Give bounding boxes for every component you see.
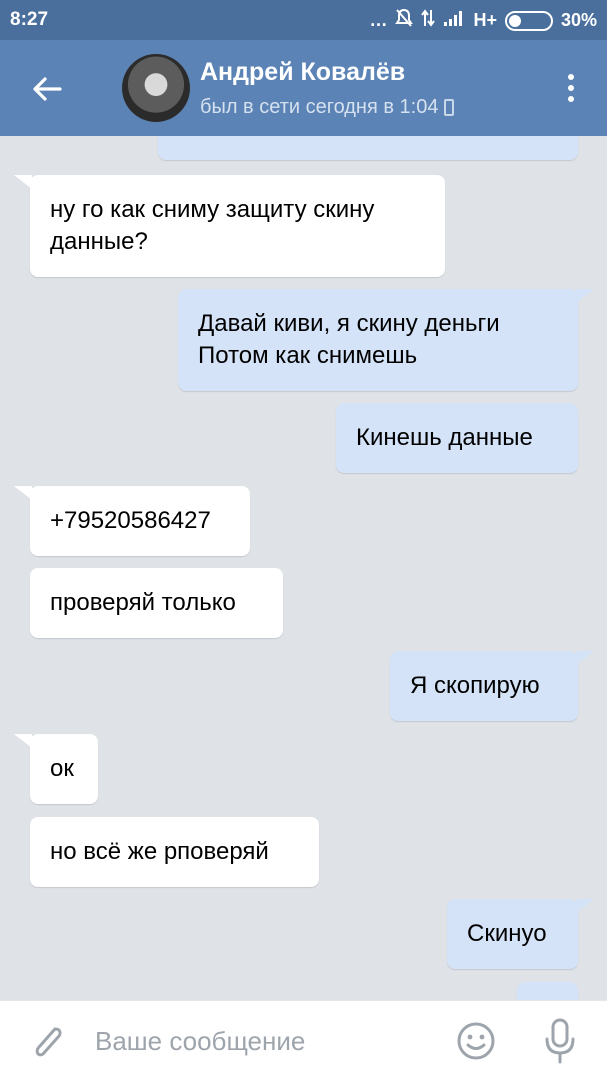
message-text: Давай киви, я скину деньги Потом как сни…	[198, 310, 500, 369]
more-options-button[interactable]	[557, 68, 585, 108]
message-bubble-incoming[interactable]: проверяй только	[30, 568, 283, 638]
notification-dots-icon: …	[369, 10, 388, 30]
voice-message-button[interactable]	[542, 1017, 578, 1065]
attach-button[interactable]	[28, 1019, 68, 1063]
message-text: но всё же рповеряй	[50, 838, 269, 865]
network-type: H+	[473, 10, 497, 30]
mute-icon	[395, 8, 414, 33]
microphone-icon	[545, 1018, 575, 1064]
battery-icon	[504, 10, 553, 31]
message-bubble-incoming[interactable]: но всё же рповеряй	[30, 817, 319, 887]
message-text: +79520586427	[50, 507, 211, 534]
chat-header: Андрей Ковалёв был в сети сегодня в 1:04	[0, 40, 607, 136]
message-bubble-outgoing[interactable]	[158, 136, 578, 160]
signal-icon	[443, 9, 465, 32]
message-text: ок	[50, 755, 74, 782]
message-bubble-incoming[interactable]: ну го как сниму защиту скину данные?	[14, 175, 445, 277]
message-bubble-outgoing[interactable]: Давай киви, я скину деньги Потом как сни…	[178, 289, 594, 391]
battery-percent: 30%	[560, 10, 597, 30]
message-bubble-incoming[interactable]: ок	[14, 734, 98, 804]
message-bubble-outgoing[interactable]: Скинуо	[447, 899, 594, 969]
emoji-smile-icon	[457, 1022, 495, 1060]
message-composer	[0, 1000, 607, 1080]
more-vertical-icon	[568, 74, 574, 80]
status-bar: 8:27 … H+ 30%	[0, 0, 607, 40]
back-arrow-icon	[33, 77, 62, 101]
message-bubble-incoming[interactable]: +79520586427	[14, 486, 250, 556]
data-transfer-icon	[421, 8, 436, 33]
back-button[interactable]	[22, 64, 72, 114]
avatar[interactable]	[122, 54, 190, 122]
contact-name[interactable]: Андрей Ковалёв	[200, 58, 405, 87]
message-bubble-outgoing[interactable]	[517, 982, 578, 1000]
message-list[interactable]: ну го как сниму защиту скину данные? Дав…	[0, 136, 607, 1000]
message-text: Я скопирую	[410, 672, 540, 699]
message-text: ну го как сниму защиту скину данные?	[50, 196, 375, 255]
message-text: Скинуо	[467, 920, 547, 947]
message-text: Кинешь данные	[356, 424, 533, 451]
message-bubble-outgoing[interactable]: Я скопирую	[390, 651, 594, 721]
status-time: 8:27	[10, 9, 49, 30]
message-bubble-outgoing[interactable]: Кинешь данные	[336, 403, 578, 473]
emoji-button[interactable]	[456, 1021, 496, 1061]
last-seen-status: был в сети сегодня в 1:04	[200, 96, 455, 119]
phone-icon	[444, 99, 455, 116]
status-icons: … H+ 30%	[369, 8, 597, 33]
last-seen-text: был в сети сегодня в 1:04	[200, 96, 439, 118]
message-text: проверяй только	[50, 589, 236, 616]
message-input[interactable]	[95, 1019, 425, 1063]
attach-paperclip-icon	[35, 1027, 62, 1057]
